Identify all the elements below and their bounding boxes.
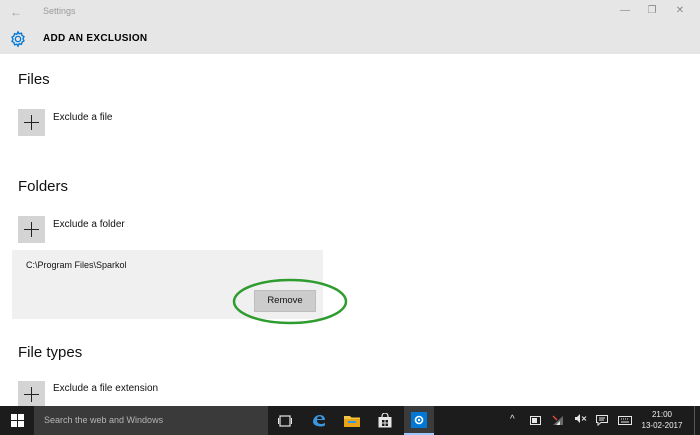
excluded-folder-path: C:\Program Files\Sparkol bbox=[26, 260, 127, 270]
show-desktop-button[interactable] bbox=[694, 406, 700, 435]
taskbar-search-box[interactable]: Search the web and Windows bbox=[34, 406, 268, 435]
start-button[interactable] bbox=[0, 406, 34, 435]
exclude-extension-button[interactable] bbox=[18, 381, 45, 408]
clock-date: 13-02-2017 bbox=[641, 421, 683, 430]
taskbar-clock[interactable]: 21:00 13-02-2017 bbox=[632, 409, 692, 431]
highlight-circle bbox=[232, 278, 348, 325]
volume-icon[interactable] bbox=[574, 413, 587, 429]
folders-section-title: Folders bbox=[18, 178, 69, 195]
settings-taskbar-button[interactable] bbox=[404, 406, 434, 435]
edge-icon bbox=[313, 414, 325, 426]
edge-browser-button[interactable] bbox=[304, 406, 334, 435]
close-button[interactable]: ✕ bbox=[669, 2, 691, 20]
exclude-folder-label[interactable]: Exclude a folder bbox=[53, 219, 125, 230]
file-types-section-title: File types bbox=[18, 344, 83, 361]
maximize-button[interactable]: ❐ bbox=[641, 2, 663, 20]
action-center-icon[interactable] bbox=[596, 415, 608, 426]
exclude-file-button[interactable] bbox=[18, 109, 45, 136]
keyboard-icon[interactable] bbox=[618, 416, 632, 425]
windows-logo-icon bbox=[10, 414, 24, 427]
folder-icon bbox=[344, 416, 360, 427]
gear-icon bbox=[11, 30, 25, 48]
back-button[interactable]: ← bbox=[6, 2, 26, 22]
app-title: Settings bbox=[43, 6, 76, 16]
clock-time: 21:00 bbox=[651, 410, 673, 419]
taskbar: Search the web and Windows ^ 21:00 13-02… bbox=[0, 406, 700, 435]
store-button[interactable] bbox=[370, 406, 400, 435]
store-bag-icon bbox=[378, 413, 392, 428]
exclude-folder-button[interactable] bbox=[18, 216, 45, 243]
task-view-icon bbox=[278, 414, 292, 427]
settings-app-icon bbox=[411, 411, 427, 428]
file-explorer-button[interactable] bbox=[337, 406, 367, 435]
title-bar: ← Settings — ❐ ✕ bbox=[0, 0, 700, 24]
exclude-file-label[interactable]: Exclude a file bbox=[53, 112, 112, 123]
files-section-title: Files bbox=[18, 71, 50, 88]
speaker-icon bbox=[575, 414, 587, 423]
exclude-extension-label[interactable]: Exclude a file extension bbox=[53, 383, 158, 394]
task-view-button[interactable] bbox=[270, 406, 300, 435]
tray-overflow-icon[interactable]: ^ bbox=[510, 413, 515, 427]
page-title: ADD AN EXCLUSION bbox=[43, 33, 148, 44]
network-icon[interactable] bbox=[552, 415, 564, 426]
minimize-button[interactable]: — bbox=[614, 2, 636, 20]
battery-icon[interactable] bbox=[530, 416, 542, 425]
search-placeholder: Search the web and Windows bbox=[44, 415, 164, 425]
page-header: ADD AN EXCLUSION bbox=[0, 24, 700, 54]
